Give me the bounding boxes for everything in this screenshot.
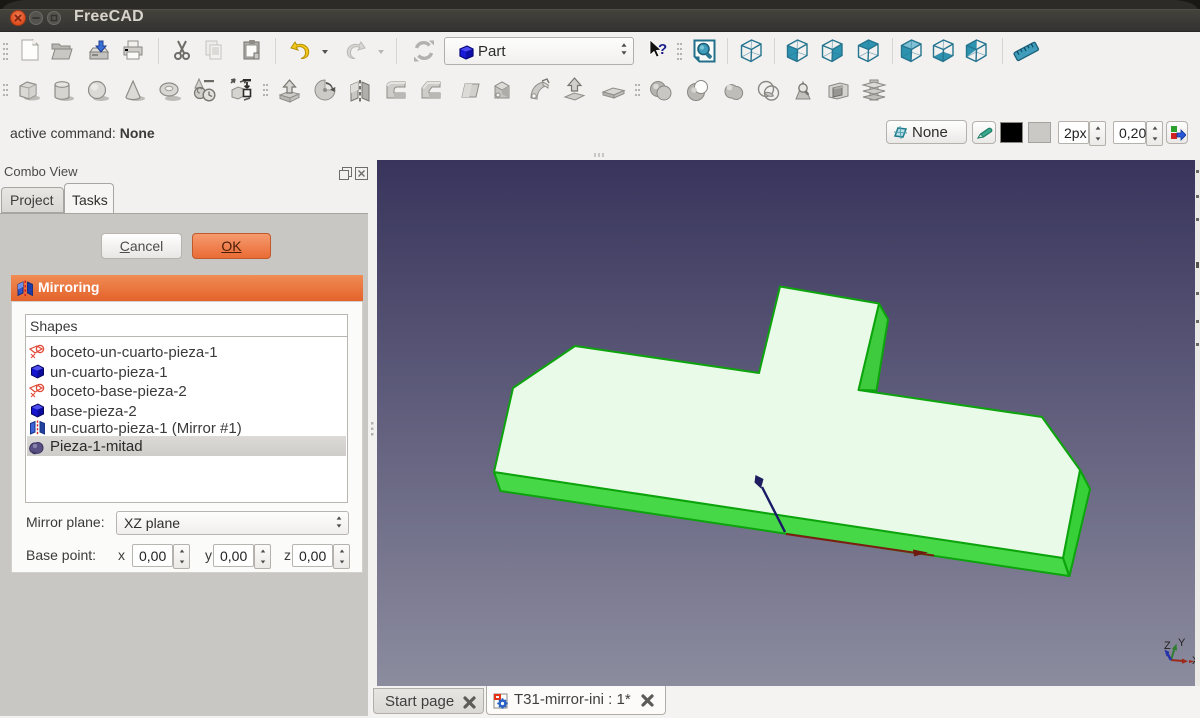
svg-text:?: ? [658, 41, 667, 58]
svg-text:Z: Z [1164, 640, 1171, 652]
svg-text:Y: Y [1178, 637, 1186, 649]
